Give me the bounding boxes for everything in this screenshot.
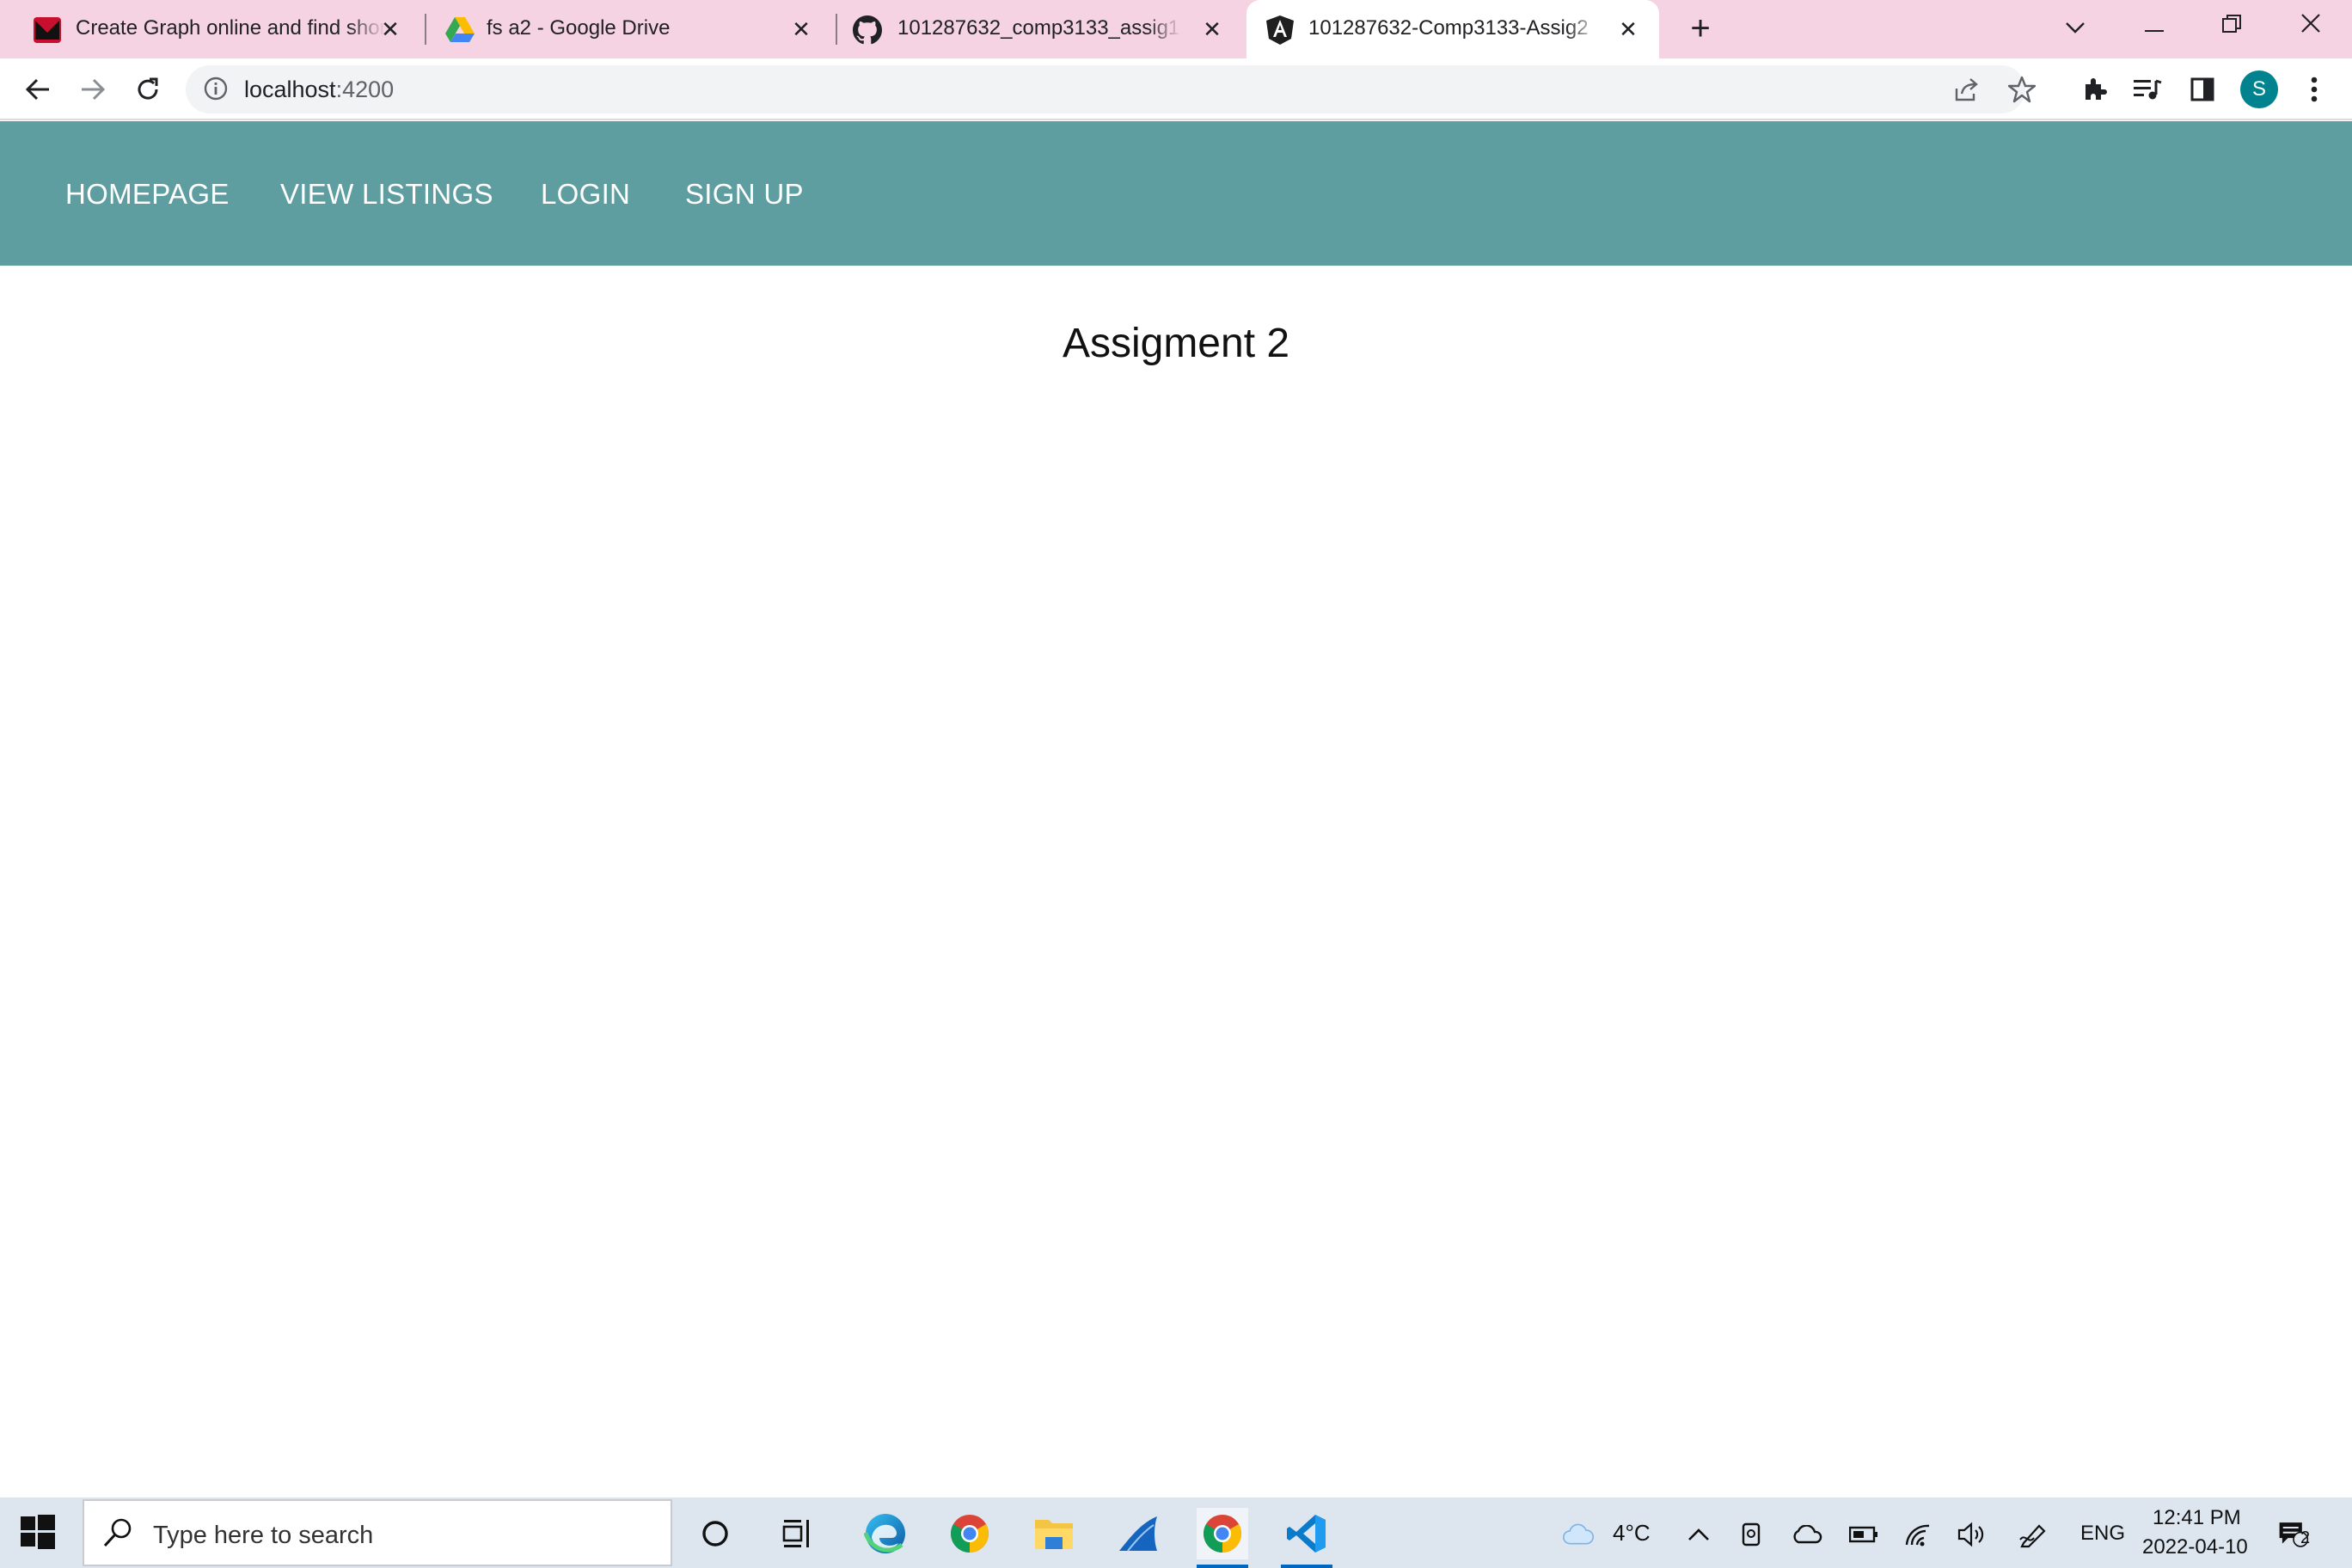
restore-icon[interactable]	[2213, 7, 2251, 45]
google-drive-icon	[445, 15, 475, 45]
weather-temperature[interactable]: 4°C	[1613, 1520, 1651, 1547]
extensions-icon[interactable]	[2075, 70, 2113, 108]
address-bar[interactable]: localhost:4200	[186, 65, 2036, 113]
tab-graph-online[interactable]: Create Graph online and find shortest pa…	[0, 0, 421, 58]
search-placeholder: Type here to search	[153, 1522, 374, 1549]
vscode-icon[interactable]	[1281, 1508, 1332, 1568]
share-icon[interactable]	[1951, 74, 1982, 105]
profile-avatar[interactable]: S	[2240, 70, 2278, 108]
tab-strip: Create Graph online and find shortest pa…	[0, 0, 2352, 58]
battery-icon[interactable]	[1848, 1520, 1879, 1549]
close-tab-icon[interactable]: ✕	[1616, 17, 1640, 41]
search-icon	[101, 1516, 136, 1551]
close-tab-icon[interactable]: ✕	[789, 17, 813, 41]
angular-icon	[1265, 15, 1295, 45]
chrome-icon[interactable]	[1197, 1508, 1248, 1568]
nav-login-link[interactable]: LOGIN	[541, 178, 630, 211]
minimize-icon[interactable]	[2135, 7, 2173, 45]
close-window-icon[interactable]	[2292, 7, 2330, 45]
edge-icon[interactable]	[860, 1508, 911, 1559]
wifi-icon[interactable]	[1903, 1520, 1934, 1549]
notification-count-badge: 2	[2300, 1528, 2311, 1547]
input-language[interactable]: ENG	[2080, 1522, 2125, 1546]
browser-toolbar: localhost:4200 S	[0, 58, 2352, 120]
chevron-up-icon[interactable]	[1683, 1520, 1714, 1549]
chrome-icon[interactable]	[944, 1508, 995, 1559]
forward-arrow-icon[interactable]	[74, 70, 112, 108]
bookmark-star-icon[interactable]	[2006, 74, 2037, 105]
windows-start-icon[interactable]	[21, 1515, 57, 1551]
tab-title: Create Graph online and find shortest pa…	[76, 16, 385, 40]
tab-angular-app[interactable]: 101287632-Comp3133-Assig2 ✕	[1246, 0, 1659, 58]
clock-time[interactable]: 12:41 PM	[2153, 1506, 2241, 1530]
nav-homepage-link[interactable]: HOMEPAGE	[65, 178, 230, 211]
windows-taskbar: Type here to search 4°C ENG 12:41 PM 202…	[0, 1498, 2352, 1568]
tab-title: 101287632-Comp3133-Assig2	[1308, 16, 1589, 40]
tab-google-drive[interactable]: fs a2 - Google Drive ✕	[421, 0, 832, 58]
back-arrow-icon[interactable]	[19, 70, 57, 108]
pen-workspace-icon[interactable]	[2018, 1520, 2049, 1549]
tab-title: 101287632_comp3133_assig1/Sc	[897, 16, 1181, 40]
tab-title: fs a2 - Google Drive	[487, 16, 671, 40]
site-navbar: HOMEPAGE VIEW LISTINGS LOGIN SIGN UP	[0, 121, 2352, 266]
meet-now-icon[interactable]	[1736, 1520, 1767, 1549]
site-info-icon[interactable]	[203, 76, 230, 103]
url-text: localhost:4200	[244, 77, 395, 102]
cortana-icon[interactable]	[689, 1508, 741, 1559]
nav-sign-up-link[interactable]: SIGN UP	[685, 178, 804, 211]
media-control-icon[interactable]	[2128, 70, 2166, 108]
wireshark-icon[interactable]	[1112, 1508, 1164, 1559]
close-tab-icon[interactable]: ✕	[1200, 17, 1224, 41]
weather-cloud-icon[interactable]	[1563, 1520, 1594, 1549]
github-icon	[853, 15, 882, 45]
close-tab-icon[interactable]: ✕	[378, 17, 402, 41]
volume-icon[interactable]	[1957, 1520, 1988, 1549]
taskbar-search-input[interactable]: Type here to search	[83, 1499, 672, 1566]
tab-github[interactable]: 101287632_comp3133_assig1/Sc ✕	[832, 0, 1243, 58]
tab-search-chevron-icon[interactable]	[2056, 7, 2094, 45]
graph-online-icon	[33, 15, 62, 45]
task-view-icon[interactable]	[772, 1508, 824, 1559]
onedrive-icon[interactable]	[1792, 1520, 1822, 1549]
nav-view-listings-link[interactable]: VIEW LISTINGS	[280, 178, 493, 211]
clock-date[interactable]: 2022-04-10	[2142, 1535, 2248, 1559]
reload-icon[interactable]	[129, 70, 167, 108]
side-panel-icon[interactable]	[2184, 70, 2221, 108]
more-menu-icon[interactable]	[2295, 70, 2333, 108]
new-tab-button[interactable]: +	[1681, 10, 1719, 48]
page-title: Assigment 2	[1062, 321, 1290, 366]
file-explorer-icon[interactable]	[1028, 1508, 1080, 1559]
